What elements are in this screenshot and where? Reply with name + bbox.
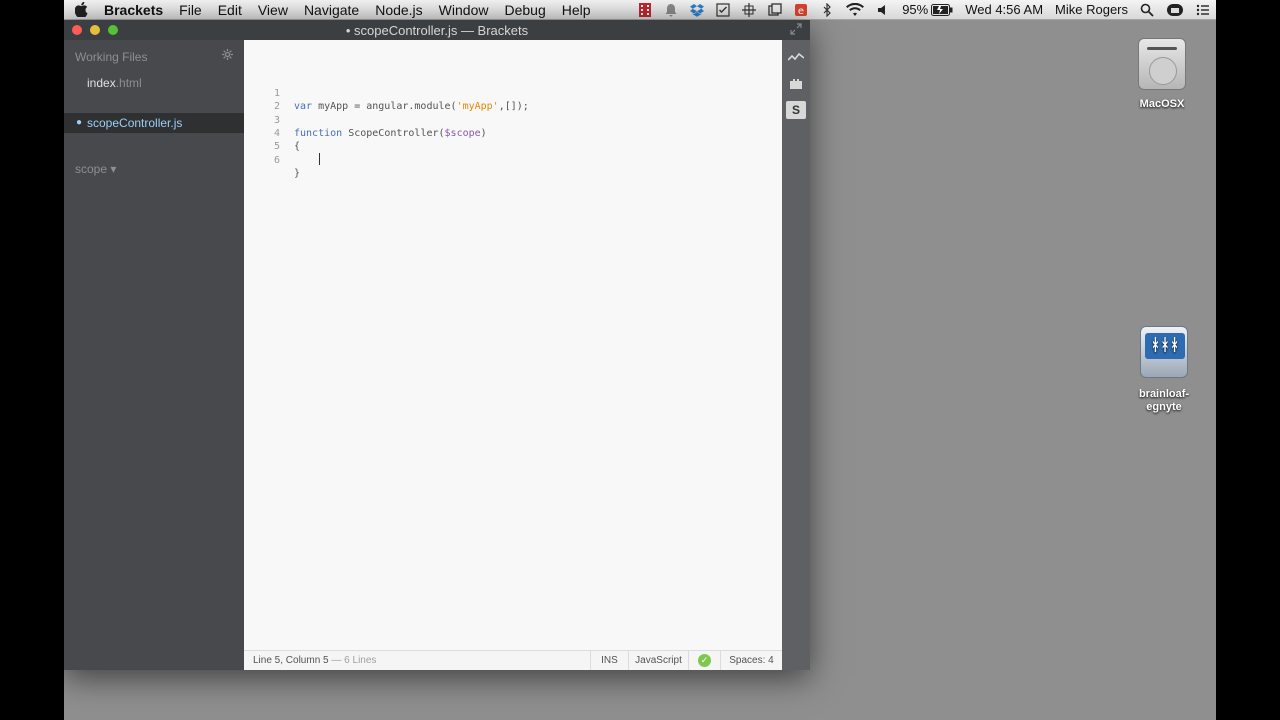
code-line: 3 function ScopeController($scope) bbox=[244, 101, 782, 139]
unsaved-dot-icon: ● bbox=[76, 117, 83, 128]
cursor-position[interactable]: Line 5, Column 5 — 6 Lines bbox=[253, 655, 376, 666]
apple-menu-icon[interactable] bbox=[64, 2, 98, 17]
menu-window[interactable]: Window bbox=[431, 0, 497, 20]
desktop-icon-label: MacOSX bbox=[1139, 98, 1185, 110]
menubar-status-area: e 95% Wed 4:56 AM Mike Rogers bbox=[632, 0, 1216, 20]
battery-icon bbox=[931, 3, 953, 16]
lint-ok-icon: ✓ bbox=[698, 654, 711, 667]
network-share-icon: ᚼᚼᚼ bbox=[1140, 326, 1188, 378]
working-file-name: index bbox=[87, 76, 116, 90]
insert-mode-toggle[interactable]: INS bbox=[590, 651, 628, 670]
extension-manager-icon[interactable] bbox=[785, 74, 807, 92]
volume-icon[interactable] bbox=[870, 0, 896, 20]
close-window-button[interactable] bbox=[72, 25, 82, 35]
line-number: 6 bbox=[273, 155, 280, 166]
menu-app-name[interactable]: Brackets bbox=[98, 0, 171, 20]
cursor-position-text: Line 5, Column 5 bbox=[253, 655, 329, 666]
battery-percent: 95% bbox=[902, 2, 929, 17]
working-files-header: Working Files bbox=[75, 50, 148, 64]
letterbox-left bbox=[0, 0, 64, 720]
minimize-window-button[interactable] bbox=[90, 25, 100, 35]
menubar-clock[interactable]: Wed 4:56 AM bbox=[959, 0, 1049, 20]
extension-s-button[interactable]: S bbox=[786, 101, 806, 119]
fullscreen-icon[interactable] bbox=[790, 23, 804, 37]
desktop-icon-network-share[interactable]: ᚼᚼᚼ brainloaf-egnyte bbox=[1122, 326, 1206, 414]
status-bar: Line 5, Column 5 — 6 Lines INS JavaScrip… bbox=[244, 650, 782, 670]
project-dropdown[interactable]: scope ▾ bbox=[75, 162, 116, 176]
indent-settings[interactable]: Spaces: 4 bbox=[720, 651, 782, 670]
code-line: 2 bbox=[244, 87, 782, 112]
brackets-window: • scopeController.js — Brackets Working … bbox=[64, 20, 810, 670]
working-file-ext: .html bbox=[115, 76, 142, 90]
spotlight-search-icon[interactable] bbox=[1134, 0, 1160, 20]
code-line: 5 bbox=[244, 127, 782, 165]
app-launcher-icon[interactable]: e bbox=[788, 0, 814, 20]
menubar: Brackets File Edit View Navigate Node.js… bbox=[64, 0, 1216, 20]
lint-status[interactable]: ✓ bbox=[688, 651, 720, 670]
bluetooth-icon[interactable] bbox=[814, 0, 840, 20]
code-line: 6 } bbox=[244, 141, 782, 179]
menu-nodejs[interactable]: Node.js bbox=[367, 0, 430, 20]
spaces-value[interactable]: 4 bbox=[768, 655, 774, 666]
screen-sharing-icon[interactable] bbox=[1160, 0, 1190, 20]
code-line: 4 { bbox=[244, 114, 782, 152]
menu-navigate[interactable]: Navigate bbox=[296, 0, 367, 20]
notification-center-icon[interactable] bbox=[1190, 0, 1216, 20]
dropbox-icon[interactable] bbox=[684, 0, 710, 20]
letterbox-right bbox=[1216, 0, 1280, 720]
code-line: 1 var myApp = angular.module('myApp',[])… bbox=[244, 74, 782, 112]
checklist-icon[interactable] bbox=[710, 0, 736, 20]
code-editor[interactable]: 1 var myApp = angular.module('myApp',[])… bbox=[244, 40, 782, 650]
sidebar: Working Files index.html ● scopeControll… bbox=[64, 40, 252, 670]
window-titlebar[interactable]: • scopeController.js — Brackets bbox=[64, 20, 810, 40]
window-copy-icon[interactable] bbox=[762, 0, 788, 20]
menubar-user[interactable]: Mike Rogers bbox=[1049, 0, 1134, 20]
hard-drive-icon bbox=[1138, 38, 1186, 90]
crosshair-icon[interactable] bbox=[736, 0, 762, 20]
zoom-window-button[interactable] bbox=[108, 25, 118, 35]
line-code: } bbox=[294, 168, 301, 179]
window-controls bbox=[72, 25, 118, 35]
live-preview-icon[interactable] bbox=[785, 48, 807, 66]
text-cursor bbox=[319, 153, 320, 165]
menu-edit[interactable]: Edit bbox=[210, 0, 250, 20]
menu-file[interactable]: File bbox=[171, 0, 210, 20]
desktop: Brackets File Edit View Navigate Node.js… bbox=[64, 0, 1216, 720]
desktop-icon-macosx[interactable]: MacOSX bbox=[1122, 38, 1202, 110]
working-file-ext: .js bbox=[170, 116, 183, 130]
svg-text:e: e bbox=[798, 6, 804, 17]
working-file-item-active[interactable]: ● scopeController.js bbox=[64, 113, 252, 133]
wifi-icon[interactable] bbox=[840, 0, 870, 20]
notification-bell-icon[interactable] bbox=[658, 0, 684, 20]
menu-debug[interactable]: Debug bbox=[496, 0, 553, 20]
spaces-label: Spaces: bbox=[729, 655, 766, 666]
menu-help[interactable]: Help bbox=[554, 0, 599, 20]
screen-recorder-icon[interactable] bbox=[632, 0, 658, 20]
main-toolbar: S bbox=[782, 40, 810, 670]
menu-view[interactable]: View bbox=[250, 0, 296, 20]
working-files-gear-icon[interactable] bbox=[222, 48, 233, 63]
desktop-icon-label: brainloaf-egnyte bbox=[1138, 388, 1190, 413]
window-title: • scopeController.js — Brackets bbox=[345, 22, 529, 38]
battery-status[interactable]: 95% bbox=[896, 0, 959, 20]
line-count: — 6 Lines bbox=[328, 655, 377, 666]
language-selector[interactable]: JavaScript bbox=[628, 651, 688, 670]
working-file-item[interactable]: index.html bbox=[64, 73, 244, 93]
working-file-name: scopeController bbox=[87, 116, 171, 130]
